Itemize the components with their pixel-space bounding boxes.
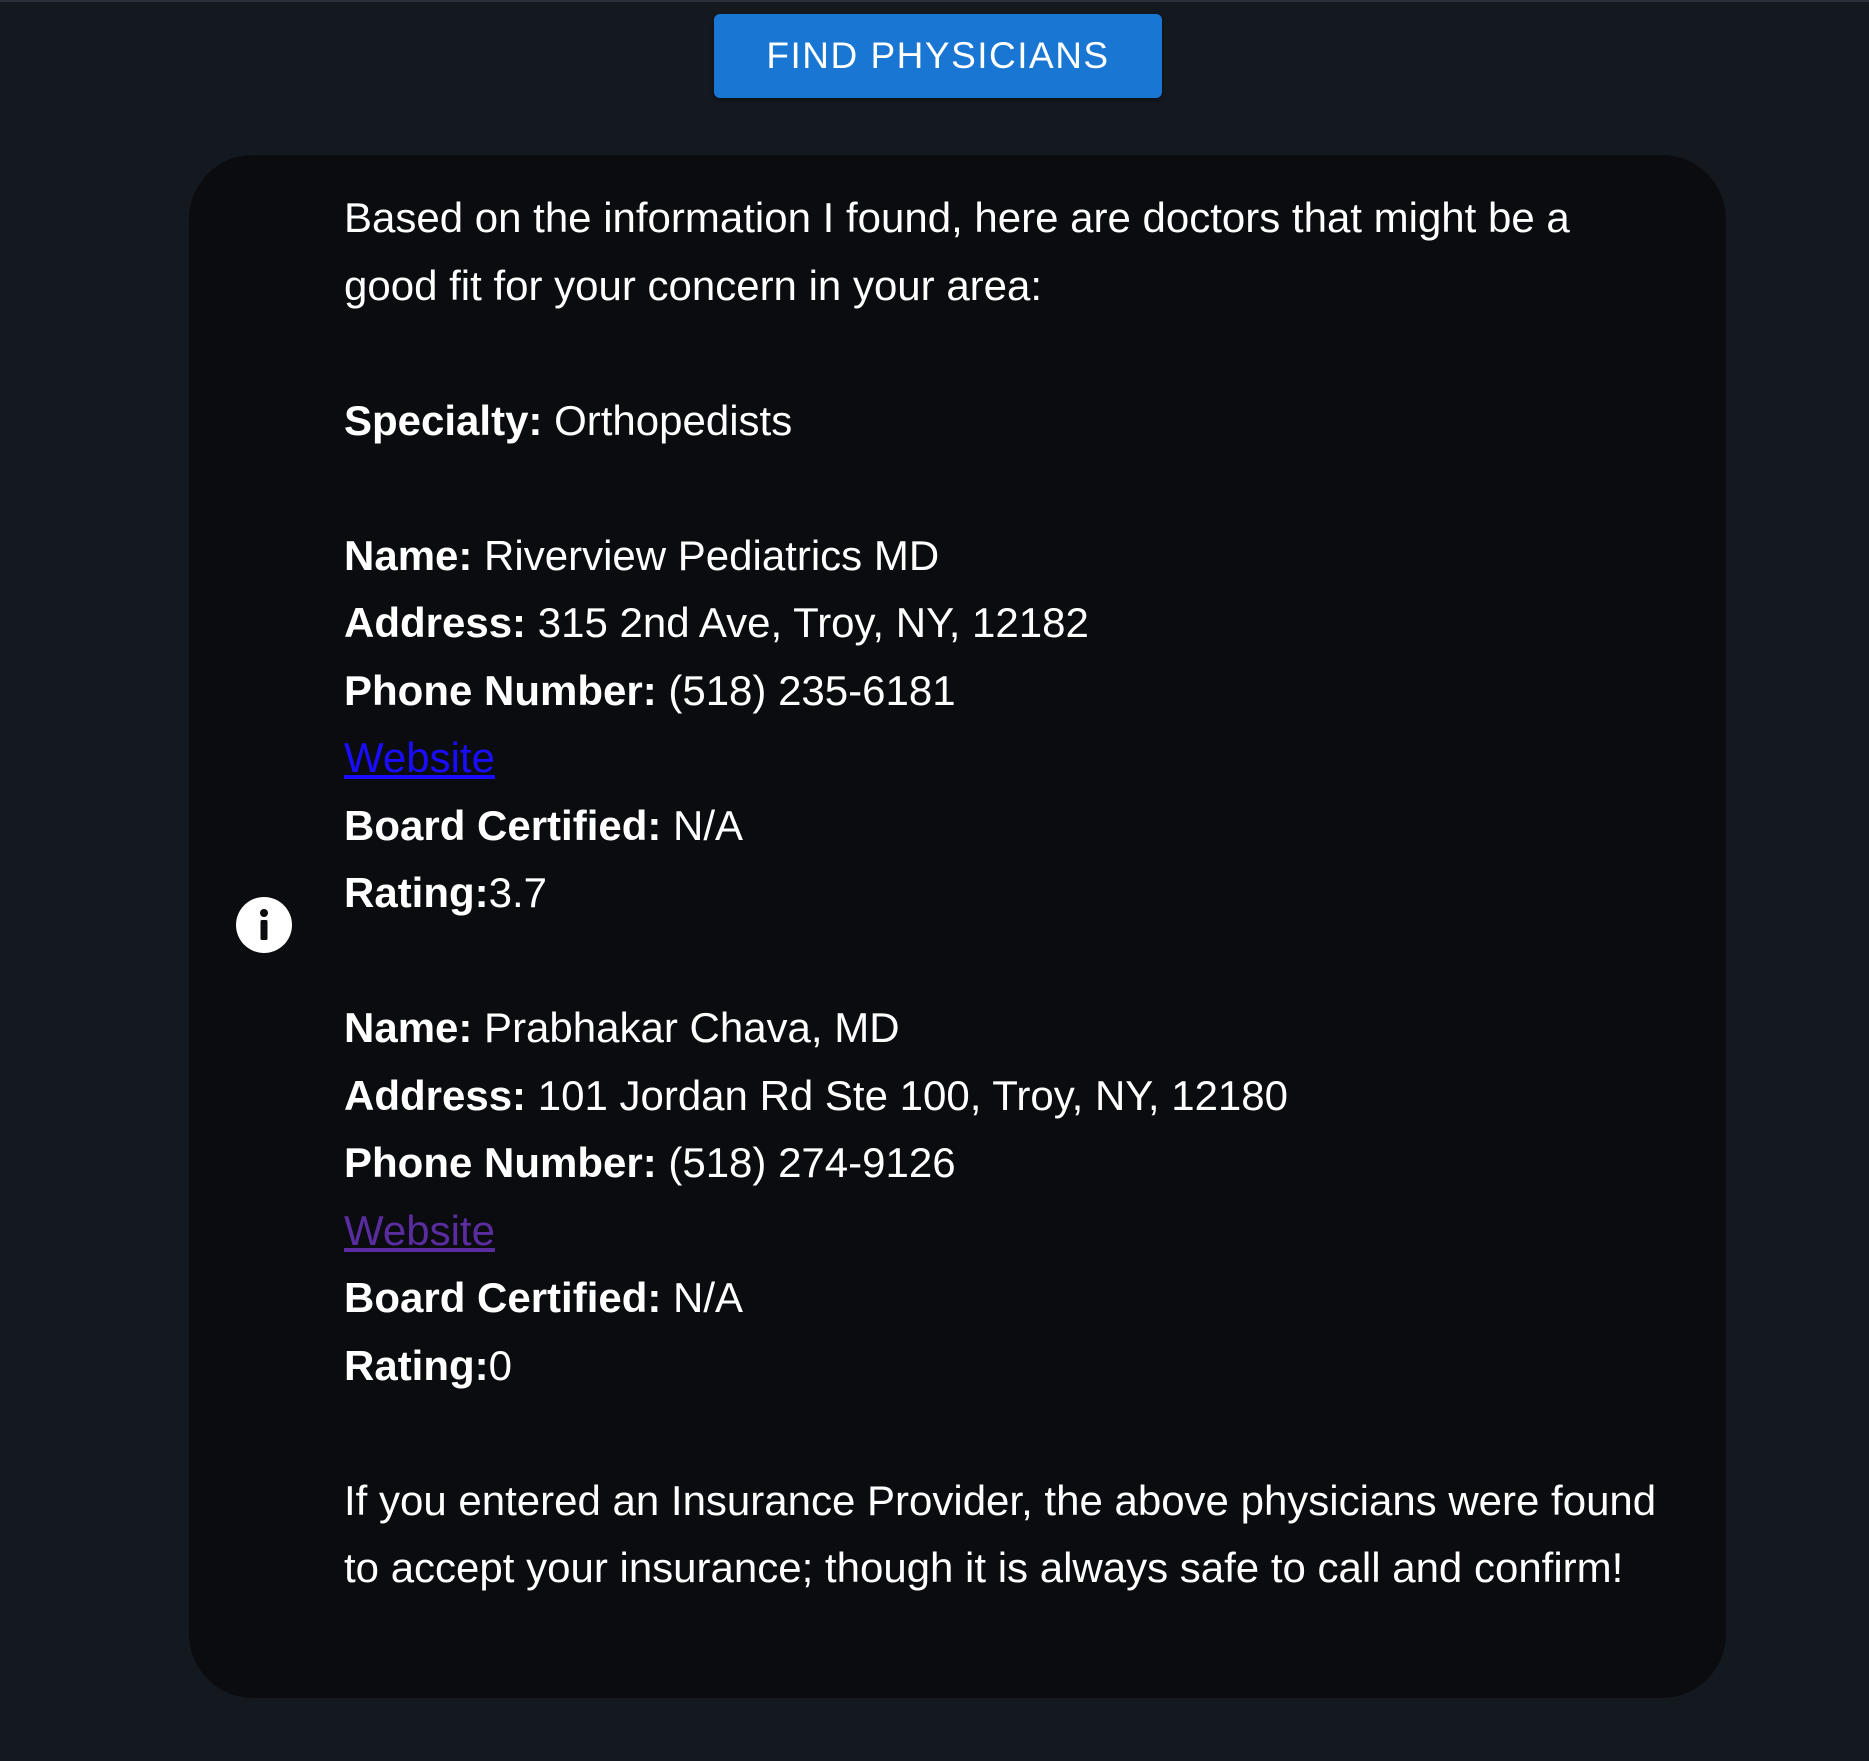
physician-address-line: Address: 315 2nd Ave, Troy, NY, 12182 — [344, 589, 1674, 657]
physician-name-line: Name: Prabhakar Chava, MD — [344, 994, 1674, 1062]
rating-value: 3.7 — [488, 869, 548, 916]
specialty-label: Specialty: — [344, 396, 543, 444]
find-physicians-button[interactable]: FIND PHYSICIANS — [714, 14, 1162, 98]
physician-address-line: Address: 101 Jordan Rd Ste 100, Troy, NY… — [344, 1062, 1674, 1130]
website-link[interactable]: Website — [344, 734, 495, 781]
physician-phone-line: Phone Number: (518) 274-9126 — [344, 1129, 1674, 1197]
physician-name: Riverview Pediatrics MD — [472, 531, 940, 579]
physician-phone: (518) 235-6181 — [656, 666, 956, 714]
board-certified-label: Board Certified: — [344, 1274, 662, 1321]
physician-website-line: Website — [344, 724, 1674, 792]
address-label: Address: — [344, 599, 527, 646]
closing-text: If you entered an Insurance Provider, th… — [344, 1476, 1657, 1592]
board-certified-label: Board Certified: — [344, 801, 662, 849]
physician-website-line: Website — [344, 1197, 1674, 1265]
info-icon[interactable] — [236, 897, 292, 953]
physician-address: 101 Jordan Rd Ste 100, Troy, NY, 12180 — [526, 1071, 1289, 1119]
phone-label: Phone Number: — [344, 1139, 657, 1186]
phone-label: Phone Number: — [344, 666, 657, 714]
rating-label: Rating: — [344, 869, 489, 916]
physician-name: Prabhakar Chava, MD — [472, 1004, 900, 1051]
board-certified-value: N/A — [661, 801, 744, 849]
physician-rating-line: Rating:0 — [344, 1332, 1674, 1400]
physician-entry: Name: Riverview Pediatrics MD Address: 3… — [344, 522, 1674, 927]
assistant-message: Based on the information I found, here a… — [344, 184, 1674, 1602]
physician-phone-line: Phone Number: (518) 235-6181 — [344, 657, 1674, 725]
physician-name-line: Name: Riverview Pediatrics MD — [344, 522, 1674, 590]
specialty-value: Orthopedists — [542, 396, 793, 444]
physician-rating-line: Rating:3.7 — [344, 859, 1674, 927]
board-certified-value: N/A — [661, 1274, 744, 1321]
website-link[interactable]: Website — [344, 1207, 495, 1254]
specialty-line: Specialty: Orthopedists — [344, 387, 1674, 455]
name-label: Name: — [344, 531, 473, 579]
rating-value: 0 — [488, 1341, 513, 1389]
address-label: Address: — [344, 1071, 527, 1119]
physician-address: 315 2nd Ave, Troy, NY, 12182 — [526, 599, 1089, 646]
physician-board-line: Board Certified: N/A — [344, 792, 1674, 860]
physician-phone: (518) 274-9126 — [656, 1139, 956, 1186]
intro-text: Based on the information I found, here a… — [344, 194, 1570, 309]
physician-board-line: Board Certified: N/A — [344, 1264, 1674, 1332]
name-label: Name: — [344, 1004, 473, 1051]
physician-entry: Name: Prabhakar Chava, MD Address: 101 J… — [344, 994, 1674, 1399]
rating-label: Rating: — [344, 1341, 489, 1389]
